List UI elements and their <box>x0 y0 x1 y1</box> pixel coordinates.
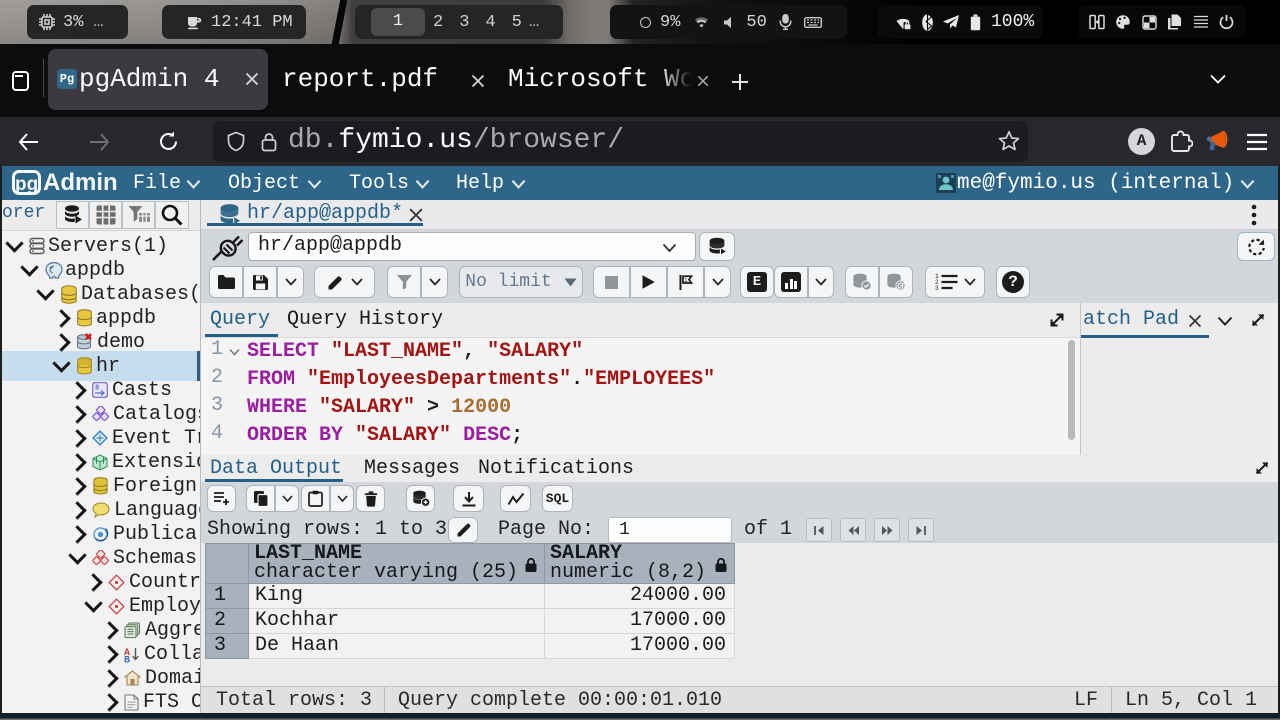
svg-text:B: B <box>124 655 130 663</box>
svg-text:8: 8 <box>95 385 99 393</box>
svg-text:1: 1 <box>684 277 688 284</box>
svg-text:3: 3 <box>935 285 939 291</box>
